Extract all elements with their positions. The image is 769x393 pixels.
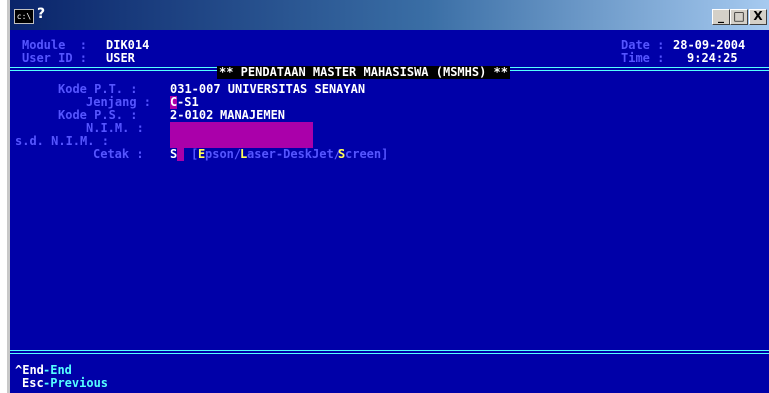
minimize-button[interactable]: _ <box>712 9 730 25</box>
footer-divider-2 <box>10 353 769 354</box>
user-id-label: User ID : <box>22 51 88 65</box>
esc-key: Esc <box>22 376 44 390</box>
console-app-icon[interactable]: c:\ <box>14 9 34 24</box>
console-window: c:\ ? _ □ X Module : DIK014 User ID : US… <box>10 0 769 393</box>
cetak-option-epson: pson/ <box>205 147 242 161</box>
kode-ps-name: MANAJEMEN <box>220 108 286 122</box>
kode-ps-code[interactable]: 2-0102 <box>170 109 213 122</box>
cetak-cursor <box>177 148 184 161</box>
cetak-option-screen: creen] <box>345 147 389 161</box>
title-bar[interactable]: c:\ ? _ □ X <box>10 0 769 30</box>
footer-divider <box>10 350 769 351</box>
left-edge <box>0 0 10 393</box>
kode-pt-value: 031-007 UNIVERSITAS SENAYAN <box>170 82 366 96</box>
cetak-label: Cetak : <box>93 147 144 161</box>
time-label: Time : <box>621 51 665 65</box>
cetak-option-laser: aser-DeskJet/ <box>247 147 341 161</box>
maximize-button[interactable]: □ <box>730 9 748 25</box>
nim-input[interactable] <box>170 122 313 135</box>
user-id-value: USER <box>106 51 135 65</box>
esc-key-label: -Previous <box>43 376 109 390</box>
time-value: 9:24:25 <box>687 51 738 65</box>
window-title: ? <box>37 6 46 22</box>
page-title: ** PENDATAAN MASTER MAHASISWA (MSMHS) ** <box>217 65 510 79</box>
console-screen: Module : DIK014 User ID : USER Date : 28… <box>10 30 769 393</box>
close-button[interactable]: X <box>749 9 767 25</box>
